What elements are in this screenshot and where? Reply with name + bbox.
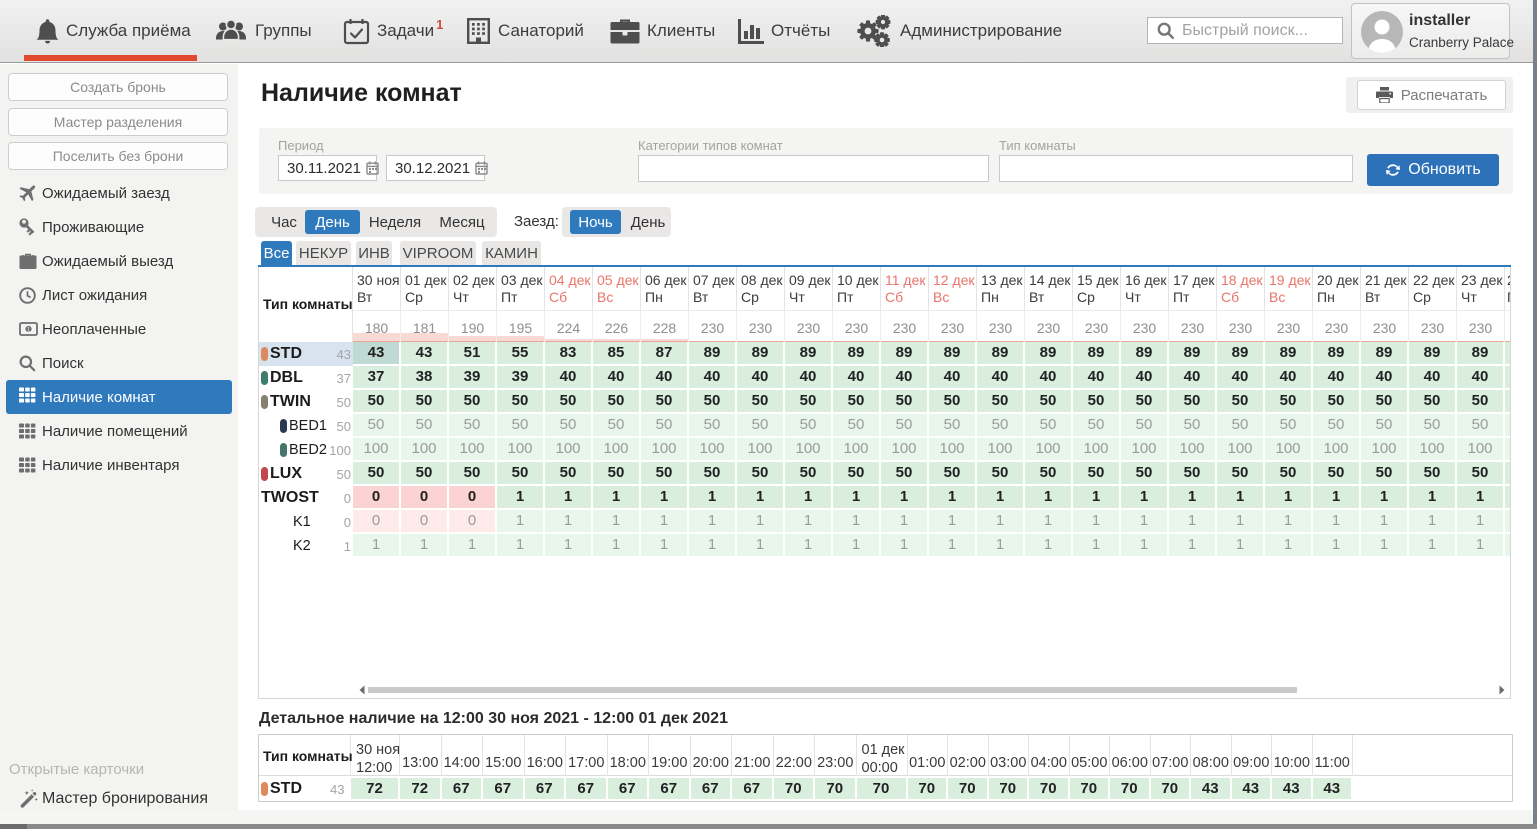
svg-text:1: 1 xyxy=(27,326,31,333)
